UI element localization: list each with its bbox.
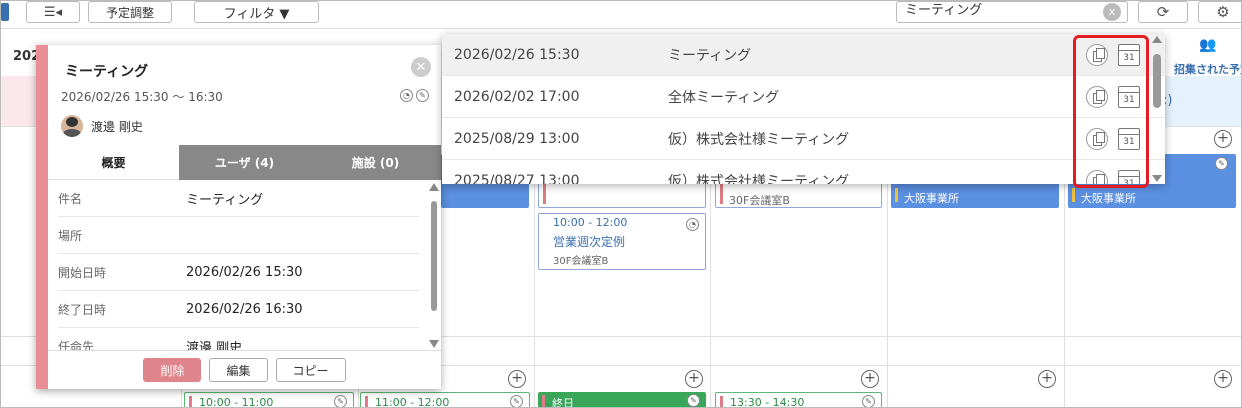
search-result-row[interactable]: 2025/08/27 13:00 仮）株式会社様ミーティング 31 <box>442 160 1165 184</box>
delete-button[interactable]: 削除 <box>143 358 202 382</box>
event-time: 10:00 - 11:00 <box>199 396 274 408</box>
event-block[interactable]: 10:00 - 11:00 ✎ <box>184 392 354 408</box>
search-result-row[interactable]: 2026/02/02 17:00 全体ミーティング 31 <box>442 76 1165 118</box>
attendee-icon: ◔ <box>686 218 699 231</box>
scroll-up-icon[interactable] <box>1152 36 1162 43</box>
avatar <box>61 115 83 137</box>
event-block[interactable]: 終日 ✎ <box>538 392 706 408</box>
event-detail-popup: ミーティング ✕ 2026/02/26 15:30 〜 16:30 ◔ ✎ 渡邊… <box>36 45 441 389</box>
results-scrollbar[interactable] <box>1151 36 1163 182</box>
event-place: 30F会議室B <box>553 256 609 267</box>
add-event-icon[interactable]: + <box>861 370 879 388</box>
search-input[interactable]: ミーティング x <box>896 1 1128 23</box>
user-name: 渡邊 剛史 <box>91 119 143 134</box>
popup-tabs: 概要 ユーザ (4) 施設 (0) <box>48 145 441 180</box>
edit-icon[interactable]: ✎ <box>1215 157 1228 170</box>
field-subject: 件名 ミーティング <box>58 180 419 217</box>
scroll-down-icon[interactable] <box>429 340 439 348</box>
scroll-up-icon[interactable] <box>429 183 439 191</box>
app-window: ☰◂ 予定調整 フィルタ ▼ ミーティング x ⟳ ⚙ 202 :) 👥 招集さ… <box>0 0 1242 408</box>
add-event-icon[interactable]: + <box>1038 370 1056 388</box>
highlight-box <box>1073 35 1149 188</box>
event-block[interactable]: 11:00 - 12:00 ✎ <box>360 392 530 408</box>
copy-button[interactable]: コピー <box>275 358 346 382</box>
field-start: 開始日時 2026/02/26 15:30 <box>58 254 419 291</box>
add-event-icon[interactable]: + <box>508 370 526 388</box>
close-icon[interactable]: ✕ <box>411 57 431 77</box>
settings-button[interactable]: ⚙ <box>1198 1 1241 23</box>
edit-icon[interactable]: ✎ <box>334 395 347 407</box>
add-event-icon[interactable]: + <box>1214 370 1232 388</box>
add-event-icon[interactable]: + <box>685 370 703 388</box>
detail-fields: 件名 ミーティング 場所 開始日時 2026/02/26 15:30 終了日時 202… <box>48 180 441 350</box>
top-toolbar: ☰◂ 予定調整 フィルタ ▼ ミーティング x ⟳ ⚙ <box>1 1 1241 29</box>
popup-footer: 削除 編集 コピー <box>48 350 441 389</box>
clear-search-icon[interactable]: x <box>1103 3 1121 21</box>
popup-datetime: 2026/02/26 15:30 〜 16:30 <box>61 90 223 104</box>
tab-overview[interactable]: 概要 <box>48 145 179 180</box>
refresh-button[interactable]: ⟳ <box>1138 1 1188 23</box>
event-title: 営業週次定例 <box>553 235 626 249</box>
field-end: 終了日時 2026/02/26 16:30 <box>58 291 419 328</box>
menu-collapse-icon: ☰◂ <box>43 4 63 20</box>
event-time: 終日 <box>552 397 574 408</box>
edit-icon[interactable]: ✎ <box>862 395 875 407</box>
filter-dropdown[interactable]: フィルタ ▼ <box>194 1 319 23</box>
attendee-icon: ◔ <box>400 89 413 102</box>
event-block[interactable]: 13:30 - 14:30 ✎ <box>715 392 882 408</box>
tab-facilities[interactable]: 施設 (0) <box>310 145 441 180</box>
edit-icon[interactable]: ✎ <box>416 89 429 102</box>
event-time: 11:00 - 12:00 <box>375 396 450 408</box>
group-icon: 👥 <box>1199 37 1217 53</box>
detail-scrollbar[interactable] <box>429 183 439 348</box>
search-result-row[interactable]: 2025/08/29 13:00 仮）株式会社様ミーティング 31 <box>442 118 1165 160</box>
sidebar-toggle-button[interactable]: ☰◂ <box>26 1 80 23</box>
event-place: 30F会議室B <box>729 194 790 207</box>
search-results-dropdown: 2026/02/26 15:30 ミーティング 31 2026/02/02 17… <box>442 34 1165 184</box>
tab-users[interactable]: ユーザ (4) <box>179 145 310 180</box>
popup-user: 渡邊 剛史 <box>61 115 143 137</box>
gear-icon: ⚙ <box>1216 3 1230 21</box>
event-card-weekly[interactable]: 10:00 - 12:00 営業週次定例 30F会議室B ◔ <box>538 213 706 270</box>
app-icon[interactable] <box>1 3 9 21</box>
edit-icon[interactable]: ✎ <box>687 394 700 407</box>
edit-button[interactable]: 編集 <box>209 358 268 382</box>
popup-title: ミーティング <box>65 64 149 80</box>
search-result-row[interactable]: 2026/02/26 15:30 ミーティング 31 <box>442 34 1165 76</box>
field-assignee: 任命先 渡邊 剛史 <box>58 328 419 351</box>
recruited-label[interactable]: 招集された予定 <box>1174 61 1241 77</box>
add-event-icon[interactable]: + <box>1214 130 1232 148</box>
event-time: 10:00 - 12:00 <box>553 216 628 229</box>
event-time: 13:30 - 14:30 <box>730 396 805 408</box>
edit-icon[interactable]: ✎ <box>510 395 523 407</box>
event-place: 大阪事業所 <box>1081 192 1136 205</box>
search-input-value: ミーティング <box>905 3 983 18</box>
event-place: 大阪事業所 <box>904 192 959 205</box>
scroll-down-icon[interactable] <box>1152 175 1162 182</box>
refresh-icon: ⟳ <box>1156 3 1170 21</box>
schedule-adjust-button[interactable]: 予定調整 <box>88 1 172 23</box>
field-location: 場所 <box>58 217 419 254</box>
